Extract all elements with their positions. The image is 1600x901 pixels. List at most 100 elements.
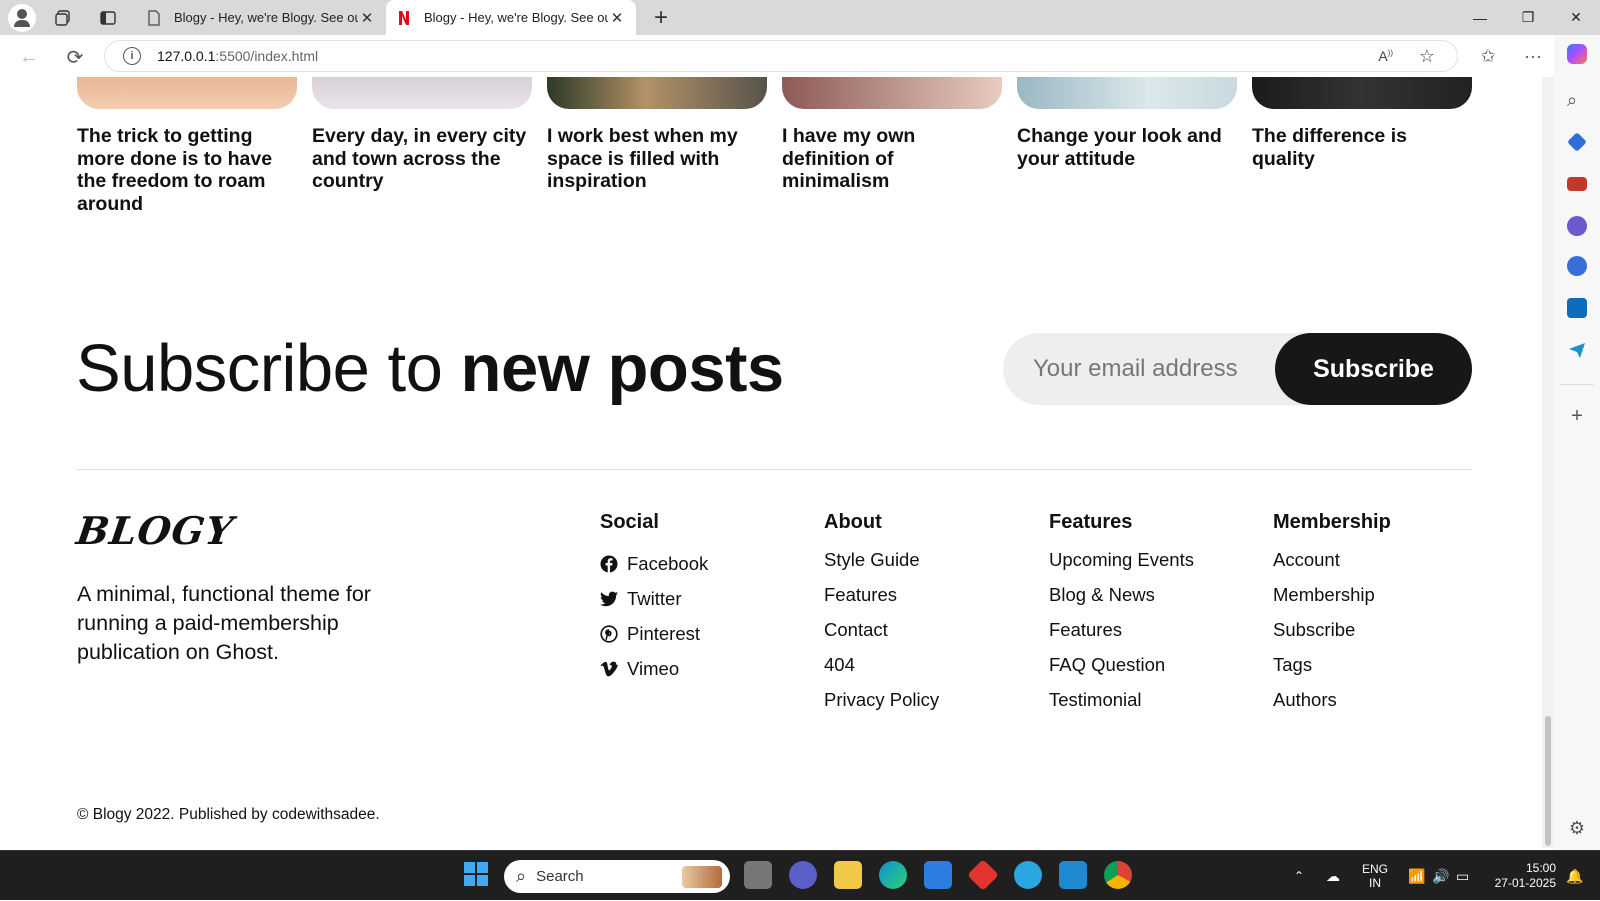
file-explorer-icon[interactable] bbox=[834, 861, 862, 889]
social-link-vimeo[interactable]: Vimeo bbox=[600, 651, 708, 686]
language-indicator[interactable]: ENG IN bbox=[1362, 851, 1388, 901]
vimeo-icon bbox=[600, 660, 618, 678]
taskbar-search[interactable]: ⌕ Search bbox=[504, 860, 730, 893]
profile-icon[interactable] bbox=[8, 4, 36, 32]
footer-link[interactable]: Testimonial bbox=[1049, 682, 1194, 717]
footer-features-column: Features Upcoming Events Blog & News Fea… bbox=[1049, 511, 1194, 717]
footer-about-column: About Style Guide Features Contact 404 P… bbox=[824, 511, 939, 717]
post-image[interactable] bbox=[77, 77, 297, 109]
footer-link[interactable]: Blog & News bbox=[1049, 577, 1194, 612]
windows-taskbar: ⌕ Search ⌃ ☁ ENG IN 📶 🔊 ▭ 15:00 27-01-20… bbox=[0, 850, 1600, 900]
footer-link[interactable]: Subscribe bbox=[1273, 612, 1391, 647]
sidebar-divider bbox=[1560, 384, 1594, 385]
outlook-icon[interactable] bbox=[1567, 298, 1587, 318]
footer-link[interactable]: Style Guide bbox=[824, 542, 939, 577]
footer-link[interactable]: Privacy Policy bbox=[824, 682, 939, 717]
browser-tab-bar: Blogy - Hey, we're Blogy. See our ✕ Blog… bbox=[0, 0, 1600, 35]
wifi-icon[interactable]: 📶 bbox=[1408, 851, 1425, 901]
post-title[interactable]: The difference is quality bbox=[1252, 125, 1472, 215]
helper-app-icon[interactable] bbox=[1014, 861, 1042, 889]
send-icon[interactable] bbox=[1567, 340, 1587, 360]
footer-link[interactable]: Features bbox=[824, 577, 939, 612]
close-window-button[interactable]: ✕ bbox=[1552, 0, 1600, 35]
onedrive-icon[interactable]: ☁ bbox=[1326, 851, 1340, 901]
post-image[interactable] bbox=[547, 77, 767, 109]
post-title[interactable]: The trick to getting more done is to hav… bbox=[77, 125, 297, 215]
microsoft365-icon[interactable] bbox=[1567, 256, 1587, 276]
post-image[interactable] bbox=[782, 77, 1002, 109]
footer-link[interactable]: Authors bbox=[1273, 682, 1391, 717]
favorite-star-icon[interactable]: ☆ bbox=[1419, 46, 1435, 67]
more-menu-icon[interactable]: ··· bbox=[1520, 43, 1546, 69]
close-tab-icon[interactable]: ✕ bbox=[608, 9, 626, 27]
footer-logo[interactable]: BLOGY bbox=[74, 508, 237, 553]
clock-time: 15:00 bbox=[1525, 861, 1556, 875]
search-icon[interactable]: ⌕ bbox=[1567, 90, 1587, 110]
footer-link[interactable]: Membership bbox=[1273, 577, 1391, 612]
notification-bell-icon[interactable]: 🔔 bbox=[1566, 851, 1583, 901]
subscribe-button[interactable]: Subscribe bbox=[1275, 333, 1472, 405]
clock[interactable]: 15:00 27-01-2025 bbox=[1488, 851, 1556, 901]
copilot-icon[interactable] bbox=[1567, 44, 1587, 64]
footer-link[interactable]: Tags bbox=[1273, 647, 1391, 682]
refresh-icon[interactable]: ⟳ bbox=[62, 44, 88, 70]
netflix-icon bbox=[399, 10, 409, 25]
site-info-icon[interactable]: i bbox=[123, 47, 141, 65]
git-icon[interactable] bbox=[967, 859, 999, 891]
social-link-facebook[interactable]: Facebook bbox=[600, 546, 708, 581]
volume-icon[interactable]: 🔊 bbox=[1432, 851, 1449, 901]
url-path: :5500/index.html bbox=[215, 48, 319, 64]
subscribe-form: Subscribe bbox=[1003, 333, 1472, 405]
settings-gear-icon[interactable]: ⚙ bbox=[1567, 818, 1587, 838]
windows-start-icon[interactable] bbox=[463, 861, 491, 889]
post-title[interactable]: Every day, in every city and town across… bbox=[312, 125, 532, 215]
post-image[interactable] bbox=[1017, 77, 1237, 109]
social-link-pinterest[interactable]: Pinterest bbox=[600, 616, 708, 651]
minimize-button[interactable]: — bbox=[1456, 0, 1504, 35]
social-link-label: Facebook bbox=[627, 552, 709, 574]
restore-button[interactable]: ❐ bbox=[1504, 0, 1552, 35]
tools-icon[interactable] bbox=[1567, 177, 1587, 191]
battery-icon[interactable]: ▭ bbox=[1456, 851, 1469, 901]
tab-blogy-1[interactable]: Blogy - Hey, we're Blogy. See our ✕ bbox=[136, 0, 386, 35]
footer-link[interactable]: Features bbox=[1049, 612, 1194, 647]
vscode-icon[interactable] bbox=[1059, 861, 1087, 889]
subscribe-heading-light: Subscribe to bbox=[76, 331, 461, 406]
page-icon bbox=[148, 9, 160, 26]
store-icon[interactable] bbox=[924, 861, 952, 889]
post-image[interactable] bbox=[1252, 77, 1472, 109]
email-input[interactable] bbox=[1033, 333, 1283, 405]
post-title[interactable]: I work best when my space is filled with… bbox=[547, 125, 767, 215]
footer-heading-features: Features bbox=[1049, 511, 1133, 533]
edge-icon[interactable] bbox=[879, 861, 907, 889]
twitter-icon bbox=[600, 590, 618, 608]
games-icon[interactable] bbox=[1567, 216, 1587, 236]
tray-chevron-icon[interactable]: ⌃ bbox=[1294, 851, 1304, 901]
new-tab-button[interactable]: + bbox=[646, 3, 676, 33]
read-aloud-icon[interactable]: A)) bbox=[1378, 48, 1393, 64]
address-bar[interactable]: i 127.0.0.1:5500/index.html A)) ☆ bbox=[104, 40, 1458, 72]
post-title[interactable]: I have my own definition of minimalism bbox=[782, 125, 1002, 215]
footer-link[interactable]: Account bbox=[1273, 542, 1391, 577]
post-image[interactable] bbox=[312, 77, 532, 109]
post-title-row: The trick to getting more done is to hav… bbox=[77, 125, 1472, 215]
footer-link[interactable]: 404 bbox=[824, 647, 939, 682]
task-view-icon[interactable] bbox=[744, 861, 772, 889]
chat-icon[interactable] bbox=[789, 861, 817, 889]
lang-top: ENG bbox=[1362, 862, 1389, 876]
footer-link[interactable]: FAQ Question bbox=[1049, 647, 1194, 682]
footer-link[interactable]: Upcoming Events bbox=[1049, 542, 1194, 577]
footer-link[interactable]: Contact bbox=[824, 612, 939, 647]
post-title[interactable]: Change your look and your attitude bbox=[1017, 125, 1237, 215]
chrome-icon[interactable] bbox=[1104, 861, 1132, 889]
workspaces-icon[interactable] bbox=[48, 3, 78, 33]
tab-actions-icon[interactable] bbox=[93, 3, 123, 33]
lang-bottom: IN bbox=[1369, 876, 1381, 890]
scrollbar-thumb[interactable] bbox=[1545, 716, 1551, 846]
add-sidebar-icon[interactable]: + bbox=[1567, 406, 1587, 426]
close-tab-icon[interactable]: ✕ bbox=[358, 9, 376, 27]
favorites-icon[interactable]: ✩ bbox=[1475, 43, 1501, 69]
tab-blogy-2[interactable]: Blogy - Hey, we're Blogy. See our ✕ bbox=[386, 0, 636, 35]
back-icon[interactable]: ← bbox=[16, 44, 42, 70]
social-link-twitter[interactable]: Twitter bbox=[600, 581, 708, 616]
